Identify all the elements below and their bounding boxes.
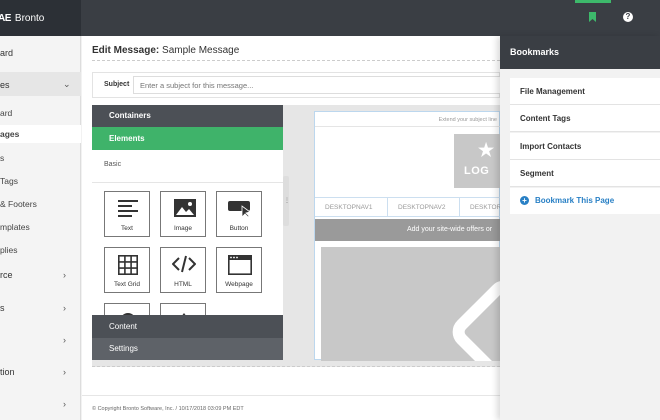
bookmarks-title: Bookmarks [500,36,660,69]
sidebar-subitem[interactable]: Tags [0,176,81,186]
palette-section-basic: Basic [104,161,122,168]
palette-tab-content[interactable]: Content [92,315,283,338]
chevron-right-icon: › [63,335,66,345]
bookmark-item[interactable]: Segment [510,160,660,187]
chevron-right-icon: › [63,270,66,280]
element-palette: Containers Elements Basic Text Image But… [92,105,283,360]
page-title-label: Edit Message: [92,45,160,56]
tile-label: Button [229,225,249,232]
app-logo[interactable]: AE Bronto [0,0,81,36]
sidebar-subitem[interactable]: & Footers [0,199,81,209]
tile-label: Webpage [225,281,253,288]
message-name: Sample Message [162,45,240,56]
email-nav-item[interactable]: DESKTOPNAV1 [325,204,372,211]
image-icon [174,199,196,217]
sidebar-subitem-label: mplates [0,222,30,232]
sidebar-subitem-label: plies [0,245,18,255]
sidebar-subitem-label: & Footers [0,199,37,209]
main-content: Edit Message: Sample Message Subject Con… [82,36,503,420]
webpage-icon [228,255,252,275]
top-bar: AE Bronto ? [0,0,660,36]
sidebar-subitem[interactable]: plies [0,245,81,255]
drag-handle-icon: ⋮ [284,198,290,204]
help-icon[interactable]: ? [623,12,633,22]
divider [82,395,500,396]
sidebar-item-label: s [0,303,5,313]
sidebar-subitem-label: Tags [0,176,18,186]
bookmark-item[interactable]: Content Tags [510,105,660,132]
tile-label: HTML [174,281,192,288]
divider [459,198,460,217]
text-icon [118,200,138,217]
sidebar-subitem-active[interactable]: ages [0,125,81,143]
sidebar-item-label: tion [0,367,15,377]
bookmark-icon[interactable] [589,12,596,22]
sidebar-subitem-label: s [0,153,5,163]
logo-mark: AE [0,12,11,24]
sidebar-item-messages[interactable]: es ⌄ [0,72,81,96]
sidebar-subitem[interactable]: s [0,153,81,163]
element-tile-text[interactable]: Text [104,191,150,237]
resize-handle[interactable]: ⋮ [283,176,290,226]
sidebar: ard es ⌄ ard ages s Tags & Footers mplat… [0,36,81,420]
sidebar-subitem[interactable]: ard [0,108,81,118]
offers-banner[interactable]: Add your site-wide offers or [315,219,501,241]
sidebar-item-label: ard [0,48,14,58]
bookmarks-panel: Bookmarks File Management Content Tags I… [500,36,660,420]
tile-label: Text Grid [113,281,140,288]
sidebar-item-label: rce [0,270,13,280]
element-tile-button[interactable]: Button [216,191,262,237]
bookmark-item[interactable]: Import Contacts [510,133,660,160]
bookmark-this-page-button[interactable]: + Bookmark This Page [510,188,660,214]
bookmark-this-page-label: Bookmark This Page [535,196,615,205]
divider [92,366,500,367]
chevron-down-icon: ⌄ [63,79,71,89]
plus-circle-icon: + [520,196,529,205]
logo-placeholder[interactable]: ★ LOG [454,134,501,188]
sidebar-subitem[interactable]: mplates [0,222,81,232]
logo-placeholder-text: LOG [464,165,490,177]
image-placeholder-icon [452,280,501,361]
tile-label: Text [121,225,133,232]
subject-input[interactable] [133,76,503,94]
logo-text: Bronto [14,12,45,24]
sidebar-subitem-label: ard [0,108,13,118]
chevron-right-icon: › [63,303,66,313]
sidebar-subitem-label: ages [0,129,20,139]
palette-tab-settings[interactable]: Settings [92,338,283,360]
email-nav-item[interactable]: DESKTOPNAV2 [398,204,445,211]
copyright-text: © Copyright Bronto Software, Inc. / 10/1… [92,406,244,412]
star-icon: ★ [478,140,495,160]
email-nav-bar: DESKTOPNAV1 DESKTOPNAV2 DESKTOR [315,197,501,217]
divider [92,182,283,183]
preheader-text[interactable]: Extend your subject line [315,117,501,123]
divider [92,60,500,61]
html-icon [172,255,196,273]
element-tile-webpage[interactable]: Webpage [216,247,262,293]
element-tile-image[interactable]: Image [160,191,206,237]
subject-row: Subject [92,72,503,98]
palette-tab-containers[interactable]: Containers [92,105,283,127]
page-title: Edit Message: Sample Message [92,45,239,56]
chevron-right-icon: › [63,367,66,377]
sidebar-item-label: es [0,80,10,90]
subject-label: Subject [104,81,130,88]
active-indicator [575,0,611,3]
chevron-right-icon: › [63,399,66,409]
divider [387,198,388,217]
element-tile[interactable] [104,303,150,321]
bookmark-item[interactable]: File Management [510,78,660,105]
element-tile-html[interactable]: HTML [160,247,206,293]
email-canvas[interactable]: Extend your subject line ★ LOG DESKTOPNA… [314,111,501,361]
hero-image-placeholder[interactable] [321,247,501,361]
email-nav-item[interactable]: DESKTOR [470,204,501,211]
element-tile-text-grid[interactable]: Text Grid [104,247,150,293]
palette-tab-elements[interactable]: Elements [92,127,283,150]
grid-icon [118,255,138,275]
divider [315,126,501,127]
element-tile[interactable] [160,303,206,321]
tile-label: Image [173,225,193,232]
button-icon [228,201,251,217]
